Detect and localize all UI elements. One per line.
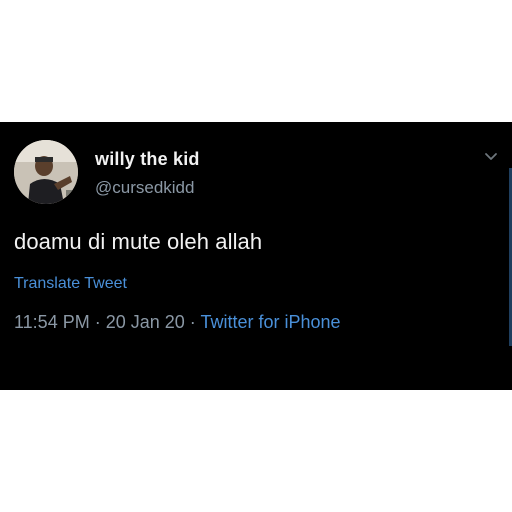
tweet-time: 11:54 PM [14,312,90,332]
tweet-date: 20 Jan 20 [105,312,185,332]
display-name[interactable]: willy the kid [95,149,200,170]
chevron-down-icon[interactable] [484,150,498,164]
tweet-text: doamu di mute oleh allah [14,229,263,254]
translate-tweet-link[interactable]: Translate Tweet [14,275,127,293]
meta-separator: · [89,312,106,332]
meta-separator: · [184,312,201,332]
tweet-source-link[interactable]: Twitter for iPhone [200,312,340,332]
avatar[interactable] [14,140,78,204]
tweet-meta: 11:54 PM · 20 Jan 20 · Twitter for iPhon… [14,312,341,333]
tweet-card [0,122,512,390]
user-handle[interactable]: @cursedkidd [95,178,194,198]
